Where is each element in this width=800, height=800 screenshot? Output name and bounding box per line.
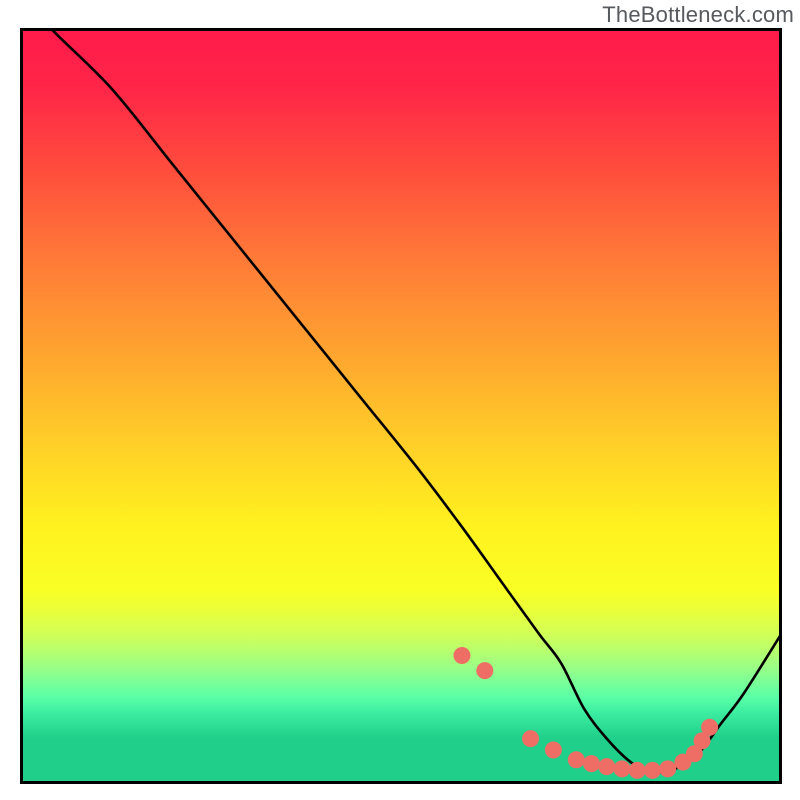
chart-frame: [20, 28, 782, 784]
watermark-text: TheBottleneck.com: [602, 2, 794, 28]
